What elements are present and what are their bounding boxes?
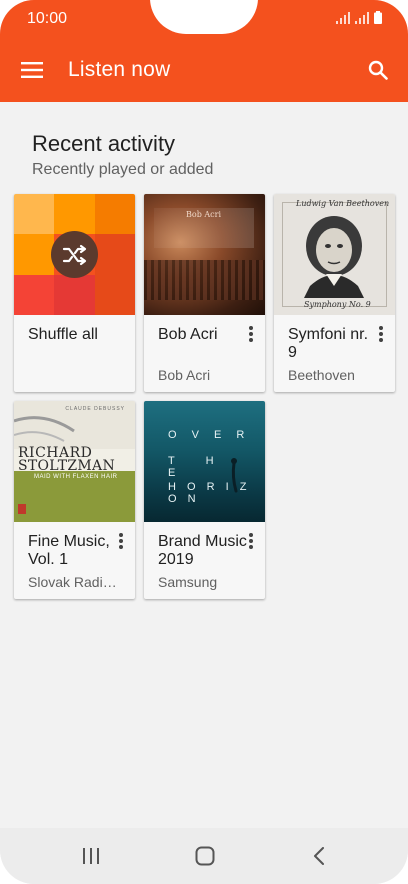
phone-screen: 10:00 Listen now Recent activity Recentl… [0,0,408,884]
card-title: Symfoni nr. 9 [288,326,369,361]
status-bar: 10:00 [0,0,408,38]
album-art-text: Bob Acri [186,210,221,219]
signal-icon [336,12,350,24]
home-button[interactable] [190,844,220,868]
card-subtitle: Samsung [158,574,218,590]
status-icons [336,11,382,24]
album-card-bob-acri[interactable]: Bob Acri Bob Acri Bob Acri [144,194,265,392]
recents-button[interactable] [76,844,106,868]
more-options-button[interactable] [243,324,259,344]
more-vert-icon [249,326,253,342]
album-art-text: T H E [168,455,228,479]
album-card-fine-music[interactable]: CLAUDE DEBUSSY RICHARD STOLTZMAN MAID WI… [14,401,135,599]
system-nav-bar [0,828,408,884]
page-title: Listen now [68,58,171,81]
section-title: Recent activity [32,131,176,156]
more-options-button[interactable] [373,324,389,344]
card-subtitle: Bob Acri [158,367,211,383]
album-art-text: STOLTZMAN [18,458,116,474]
album-art-text: H O R I Z O N [168,481,251,505]
section-subtitle: Recently played or added [32,161,214,178]
shuffle-button[interactable] [51,231,98,278]
portrait-illustration [304,216,364,298]
search-button[interactable] [362,54,394,86]
album-card-symfoni[interactable]: Ludwig Van Beethoven Symphony No. 9 Symf… [274,194,395,392]
more-vert-icon [379,326,383,342]
back-button[interactable] [304,844,334,868]
album-art-text: MAID WITH FLAXEN HAIR [34,474,118,480]
camera-notch [150,0,258,34]
search-icon [368,60,388,80]
card-subtitle: Beethoven [288,367,355,383]
battery-icon [374,11,382,24]
card-title: Shuffle all [28,326,98,343]
more-options-button[interactable] [113,531,129,551]
status-time: 10:00 [27,10,68,27]
card-title: Fine Music, Vol. 1 [28,533,110,568]
more-vert-icon [249,533,253,549]
card-title: Brand Music 2019 [158,533,247,568]
album-art-text: CLAUDE DEBUSSY [65,406,125,412]
album-art-bob-acri: Bob Acri [144,194,265,315]
album-art-text: O V E R [168,429,251,441]
shuffle-artwork [14,194,135,315]
back-icon [314,847,324,865]
album-art-text: Symphony No. 9 [304,300,371,309]
signal-icon [355,12,369,24]
shuffle-icon [62,244,86,265]
album-art-horizon: O V E R T H E H O R I Z O N [144,401,265,522]
card-title: Bob Acri [158,326,218,343]
home-icon [195,846,215,866]
app-bar: Listen now [0,38,408,102]
menu-icon [21,62,43,78]
album-card-brand-music[interactable]: O V E R T H E H O R I Z O N Brand Music … [144,401,265,599]
card-subtitle: Slovak Radio.. [28,574,118,590]
recents-icon [83,848,99,864]
more-options-button[interactable] [243,531,259,551]
menu-button[interactable] [18,56,46,84]
more-vert-icon [119,533,123,549]
album-art-beethoven: Ludwig Van Beethoven Symphony No. 9 [274,194,395,315]
album-art-fine-music: CLAUDE DEBUSSY RICHARD STOLTZMAN MAID WI… [14,401,135,522]
shuffle-all-card[interactable]: Shuffle all [14,194,135,392]
